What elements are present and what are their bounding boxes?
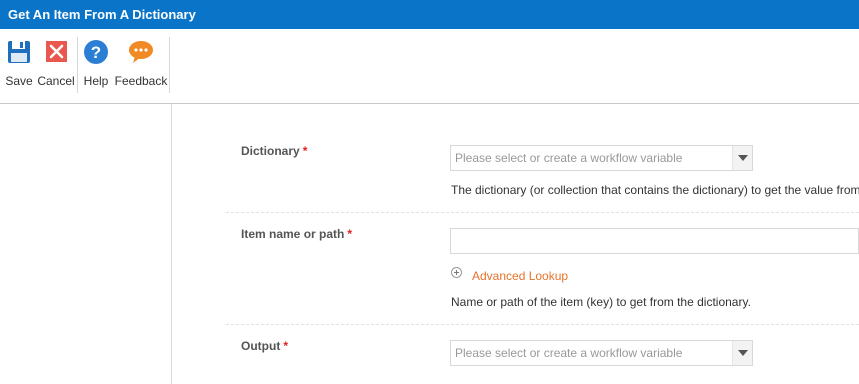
row-divider xyxy=(226,324,859,325)
close-icon xyxy=(43,39,69,65)
floppy-disk-icon xyxy=(6,39,32,65)
save-button[interactable]: Save xyxy=(2,29,36,95)
required-marker: * xyxy=(347,227,353,241)
window-title: Get An Item From A Dictionary xyxy=(0,0,859,29)
left-pane xyxy=(0,104,172,384)
dictionary-label: Dictionary * xyxy=(241,144,308,158)
toolbar-separator xyxy=(169,37,170,93)
speech-bubble-icon xyxy=(128,39,154,65)
question-mark-icon: ? xyxy=(83,39,109,65)
item-name-input[interactable] xyxy=(450,228,859,254)
cancel-button[interactable]: Cancel xyxy=(37,29,75,95)
chevron-down-icon[interactable] xyxy=(732,341,752,365)
cancel-label: Cancel xyxy=(37,74,75,88)
feedback-label: Feedback xyxy=(114,74,168,88)
save-label: Save xyxy=(5,74,33,88)
required-marker: * xyxy=(283,339,288,353)
dictionary-select[interactable]: Please select or create a workflow varia… xyxy=(450,145,753,171)
output-placeholder: Please select or create a workflow varia… xyxy=(455,346,683,360)
toolbar-separator xyxy=(77,37,78,93)
advanced-lookup-link[interactable]: Advanced Lookup xyxy=(472,269,568,283)
dictionary-help-text: The dictionary (or collection that conta… xyxy=(451,183,859,197)
plus-circle-icon[interactable] xyxy=(451,267,462,278)
required-marker: * xyxy=(302,144,308,158)
item-name-label: Item name or path * xyxy=(241,227,353,241)
svg-text:?: ? xyxy=(91,43,101,62)
help-button[interactable]: ? Help xyxy=(80,29,112,95)
feedback-button[interactable]: Feedback xyxy=(114,29,168,95)
help-label: Help xyxy=(83,74,109,88)
chevron-down-icon[interactable] xyxy=(732,146,752,170)
row-divider xyxy=(226,212,859,213)
output-select[interactable]: Please select or create a workflow varia… xyxy=(450,340,753,366)
item-name-help-text: Name or path of the item (key) to get fr… xyxy=(451,295,751,309)
dictionary-placeholder: Please select or create a workflow varia… xyxy=(455,151,683,165)
toolbar: Save Cancel ? Help Feedback xyxy=(0,29,859,104)
output-label: Output * xyxy=(241,339,288,353)
